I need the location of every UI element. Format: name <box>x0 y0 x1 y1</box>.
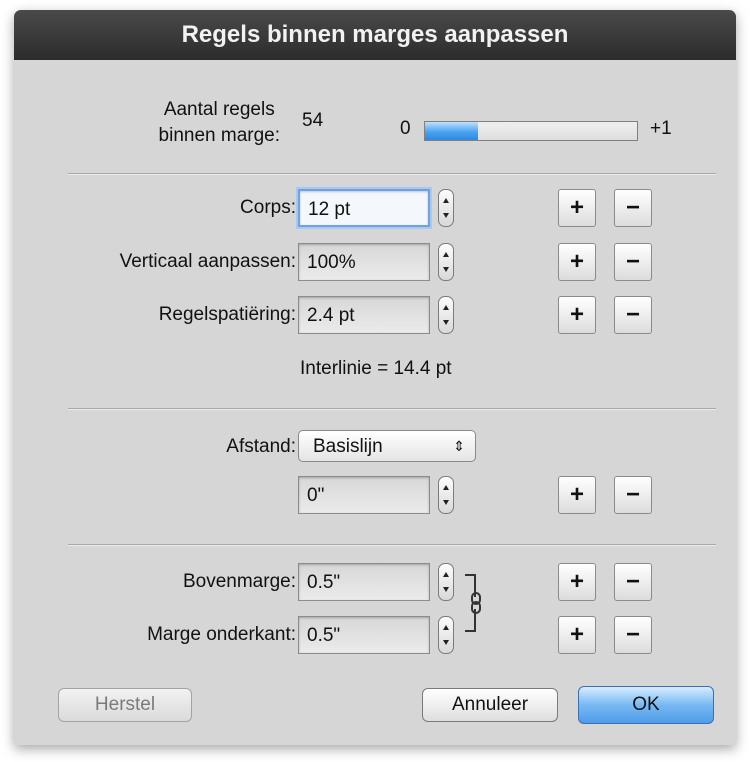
line-count-indicator-fill <box>425 122 478 140</box>
line-spacing-label: Regelspatiëring: <box>158 304 296 325</box>
line-count-value: 54 <box>302 110 324 131</box>
line-spacing-stepper-icon[interactable] <box>438 296 454 334</box>
top-margin-label: Bovenmarge: <box>182 571 296 592</box>
top-margin-stepper-icon[interactable] <box>438 563 454 601</box>
bottom-margin-stepper-icon[interactable] <box>438 616 454 654</box>
distance-label: Afstand: <box>226 436 296 457</box>
line-count-label: Aantal regels binnen marge: <box>159 97 280 149</box>
up-down-arrows-icon: ⇕ <box>453 438 465 454</box>
separator <box>68 173 716 175</box>
top-margin-increase-button[interactable]: + <box>558 563 596 601</box>
corps-label: Corps: <box>240 197 296 218</box>
vertical-scale-label: Verticaal aanpassen: <box>119 251 296 272</box>
vertical-scale-stepper-icon[interactable] <box>438 243 454 281</box>
separator <box>68 408 716 410</box>
vertical-scale-decrease-button[interactable]: − <box>614 243 652 281</box>
ok-button[interactable]: OK <box>578 686 714 724</box>
top-margin-field[interactable]: 0.5" <box>298 563 430 601</box>
line-count-label-line2: binnen marge: <box>158 125 280 146</box>
separator <box>68 544 716 546</box>
reset-button[interactable]: Herstel <box>58 688 192 722</box>
line-count-label-line1: Aantal regels <box>163 99 275 120</box>
corps-decrease-button[interactable]: − <box>614 189 652 227</box>
distance-popup-value: Basislijn <box>313 436 383 457</box>
bottom-margin-decrease-button[interactable]: − <box>614 616 652 654</box>
chain-link-icon[interactable] <box>463 573 489 633</box>
dialog-content: Aantal regels binnen marge: 54 0 +1 Corp… <box>14 60 736 745</box>
vertical-scale-increase-button[interactable]: + <box>558 243 596 281</box>
line-count-indicator <box>424 121 638 141</box>
adjust-lines-dialog: Regels binnen marges aanpassen Aantal re… <box>14 10 736 745</box>
vertical-scale-field[interactable]: 100% <box>298 243 430 281</box>
cancel-button[interactable]: Annuleer <box>422 688 558 722</box>
leading-info: Interlinie = 14.4 pt <box>300 358 452 379</box>
distance-increase-button[interactable]: + <box>558 476 596 514</box>
corps-increase-button[interactable]: + <box>558 189 596 227</box>
line-spacing-increase-button[interactable]: + <box>558 296 596 334</box>
line-spacing-decrease-button[interactable]: − <box>614 296 652 334</box>
corps-field[interactable]: 12 pt <box>298 189 430 227</box>
distance-stepper-icon[interactable] <box>438 476 454 514</box>
dialog-title: Regels binnen marges aanpassen <box>14 10 736 60</box>
line-spacing-field[interactable]: 2.4 pt <box>298 296 430 334</box>
range-min-label: 0 <box>400 118 411 139</box>
distance-decrease-button[interactable]: − <box>614 476 652 514</box>
bottom-margin-label: Marge onderkant: <box>147 624 296 645</box>
distance-popup[interactable]: Basislijn ⇕ <box>298 430 476 462</box>
top-margin-decrease-button[interactable]: − <box>614 563 652 601</box>
corps-stepper-icon[interactable] <box>438 189 454 227</box>
bottom-margin-increase-button[interactable]: + <box>558 616 596 654</box>
bottom-margin-field[interactable]: 0.5" <box>298 616 430 654</box>
distance-field[interactable]: 0" <box>298 476 430 514</box>
range-max-label: +1 <box>650 118 672 139</box>
